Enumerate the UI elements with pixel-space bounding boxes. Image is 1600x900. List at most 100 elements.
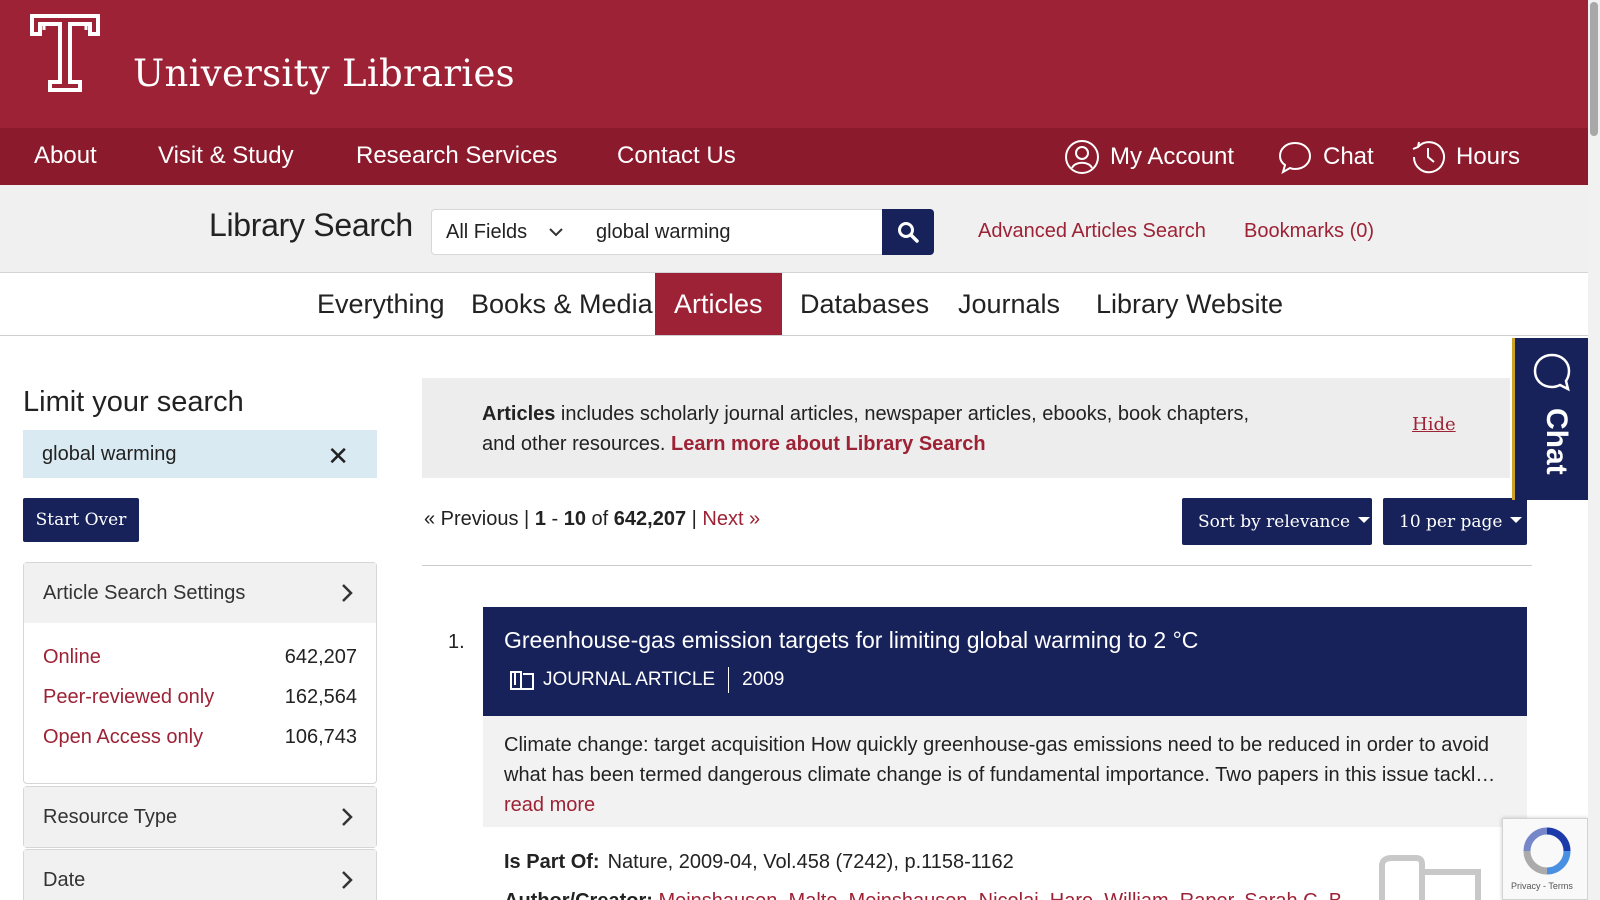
is-part-of-label: Is Part Of: xyxy=(504,851,600,873)
facet-count: 106,743 xyxy=(284,726,357,748)
hours-label: Hours xyxy=(1456,143,1521,170)
constraint-value: global warming xyxy=(42,442,177,465)
hide-link[interactable]: Hide xyxy=(1412,414,1456,435)
hours-link[interactable]: Hours xyxy=(1410,137,1520,177)
temple-t-logo[interactable] xyxy=(30,14,100,92)
chat-label: Chat xyxy=(1323,143,1374,170)
caret-down-icon xyxy=(1510,516,1523,523)
previous-link: « Previous xyxy=(424,508,519,530)
is-part-of-value: Nature, 2009-04, Vol.458 (7242), p.1158-… xyxy=(607,851,1014,873)
authors: Author/Creator: Meinshausen, Malte, Mein… xyxy=(504,890,1348,900)
search-button[interactable] xyxy=(882,209,934,255)
clock-icon xyxy=(1412,141,1445,174)
search-bar: Library Search All Fields Advanced Artic… xyxy=(0,185,1588,273)
result-snippet-box: Climate change: target acquisition How q… xyxy=(483,716,1527,827)
tab-databases[interactable]: Databases xyxy=(781,273,948,335)
facet-item: Peer-reviewed only 162,564 xyxy=(24,676,376,716)
pager-separator: | xyxy=(686,508,703,530)
article-settings-title: Article Search Settings xyxy=(43,581,246,604)
authors-link[interactable]: Meinshausen, Malte, Meinshausen, Nicolai… xyxy=(658,890,1347,900)
main-nav: About Visit & Study Research Services Co… xyxy=(0,128,1588,185)
user-icon xyxy=(1065,140,1099,174)
divider xyxy=(422,565,1532,566)
authors-label: Author/Creator: xyxy=(504,890,653,900)
recaptcha-icon xyxy=(1523,827,1571,875)
facet-online-link[interactable]: Online xyxy=(43,646,101,669)
tab-library-website[interactable]: Library Website xyxy=(1077,273,1302,335)
tab-books-media[interactable]: Books & Media xyxy=(452,273,672,335)
tab-articles[interactable]: Articles xyxy=(655,273,782,335)
read-more-link[interactable]: read more xyxy=(504,794,595,816)
resource-type-title: Resource Type xyxy=(43,805,178,828)
chat-bubble-icon xyxy=(1533,353,1571,392)
search-tabs: Everything Books & Media Articles Databa… xyxy=(0,273,1588,336)
search-input[interactable] xyxy=(580,209,884,255)
chevron-right-icon xyxy=(342,584,353,602)
result-number: 1. xyxy=(448,631,465,653)
result-meta: JOURNAL ARTICLE 2009 xyxy=(509,667,784,693)
limit-search-heading: Limit your search xyxy=(23,386,244,418)
info-bold: Articles xyxy=(482,403,556,425)
date-title: Date xyxy=(43,868,86,891)
search-field-select[interactable]: All Fields xyxy=(431,209,581,255)
resource-type-header[interactable]: Resource Type xyxy=(24,787,376,847)
search-field-value: All Fields xyxy=(446,220,528,243)
range-end: 10 xyxy=(563,508,586,530)
chevron-down-icon xyxy=(549,228,563,237)
recaptcha-badge[interactable]: Privacy - Terms xyxy=(1502,818,1588,900)
book-open-icon xyxy=(510,671,534,690)
facet-peer-reviewed-link[interactable]: Peer-reviewed only xyxy=(43,686,214,709)
caret-down-icon xyxy=(1358,516,1371,523)
site-header: University Libraries xyxy=(0,0,1588,128)
chat-bubble-icon xyxy=(1278,141,1312,175)
tab-everything[interactable]: Everything xyxy=(298,273,464,335)
nav-visit-study[interactable]: Visit & Study xyxy=(158,142,294,170)
my-account-label: My Account xyxy=(1110,143,1235,170)
range-start: 1 xyxy=(534,508,546,530)
result-type: JOURNAL ARTICLE xyxy=(543,669,716,690)
chat-widget[interactable]: Chat xyxy=(1512,338,1588,500)
article-settings-header[interactable]: Article Search Settings xyxy=(24,563,376,623)
my-account-link[interactable]: My Account xyxy=(1064,137,1234,177)
chevron-right-icon xyxy=(342,871,353,889)
scrollbar-thumb[interactable] xyxy=(1590,2,1598,136)
is-part-of: Is Part Of: Nature, 2009-04, Vol.458 (724… xyxy=(504,851,1014,874)
per-page-label: 10 per page xyxy=(1399,511,1503,532)
result-year: 2009 xyxy=(742,669,785,690)
pager-dash: - xyxy=(545,508,564,530)
articles-info-box: Articles includes scholarly journal arti… xyxy=(422,378,1510,478)
page: University Libraries About Visit & Study… xyxy=(0,0,1600,900)
brand-title[interactable]: University Libraries xyxy=(133,52,515,95)
facet-count: 162,564 xyxy=(284,686,357,708)
chevron-right-icon xyxy=(342,808,353,826)
pager-of: of xyxy=(585,508,614,530)
date-header[interactable]: Date xyxy=(24,850,376,900)
search-icon xyxy=(898,222,919,243)
per-page-dropdown[interactable]: 10 per page xyxy=(1383,498,1527,545)
advanced-search-link[interactable]: Advanced Articles Search xyxy=(978,220,1206,243)
sort-dropdown[interactable]: Sort by relevance xyxy=(1182,498,1372,545)
article-settings-panel: Article Search Settings Online 642,207 P… xyxy=(23,562,377,784)
result-title-link[interactable]: Greenhouse-gas emission targets for limi… xyxy=(504,627,1198,654)
learn-more-link[interactable]: Learn more about Library Search xyxy=(671,433,986,455)
nav-contact-us[interactable]: Contact Us xyxy=(617,142,736,170)
bookmarks-link[interactable]: Bookmarks (0) xyxy=(1244,220,1374,243)
start-over-button[interactable]: Start Over xyxy=(23,498,139,542)
chat-link[interactable]: Chat xyxy=(1277,137,1374,177)
scrollbar[interactable] xyxy=(1588,0,1600,900)
pagination: « Previous | 1 - 10 of 642,207 | Next » xyxy=(424,508,760,531)
resource-type-panel: Resource Type xyxy=(23,786,377,848)
result-header: Greenhouse-gas emission targets for limi… xyxy=(483,607,1527,716)
facet-count: 642,207 xyxy=(284,646,357,668)
close-icon[interactable]: ✕ xyxy=(327,441,349,472)
recaptcha-terms[interactable]: Privacy - Terms xyxy=(1511,881,1573,891)
nav-about[interactable]: About xyxy=(34,142,97,170)
meta-separator xyxy=(728,667,730,693)
tab-journals[interactable]: Journals xyxy=(939,273,1079,335)
sort-label: Sort by relevance xyxy=(1198,511,1351,532)
facet-open-access-link[interactable]: Open Access only xyxy=(43,726,203,749)
chat-widget-label: Chat xyxy=(1540,408,1573,475)
library-search-label: Library Search xyxy=(209,207,413,243)
nav-research-services[interactable]: Research Services xyxy=(356,142,557,170)
next-link[interactable]: Next » xyxy=(702,508,760,530)
